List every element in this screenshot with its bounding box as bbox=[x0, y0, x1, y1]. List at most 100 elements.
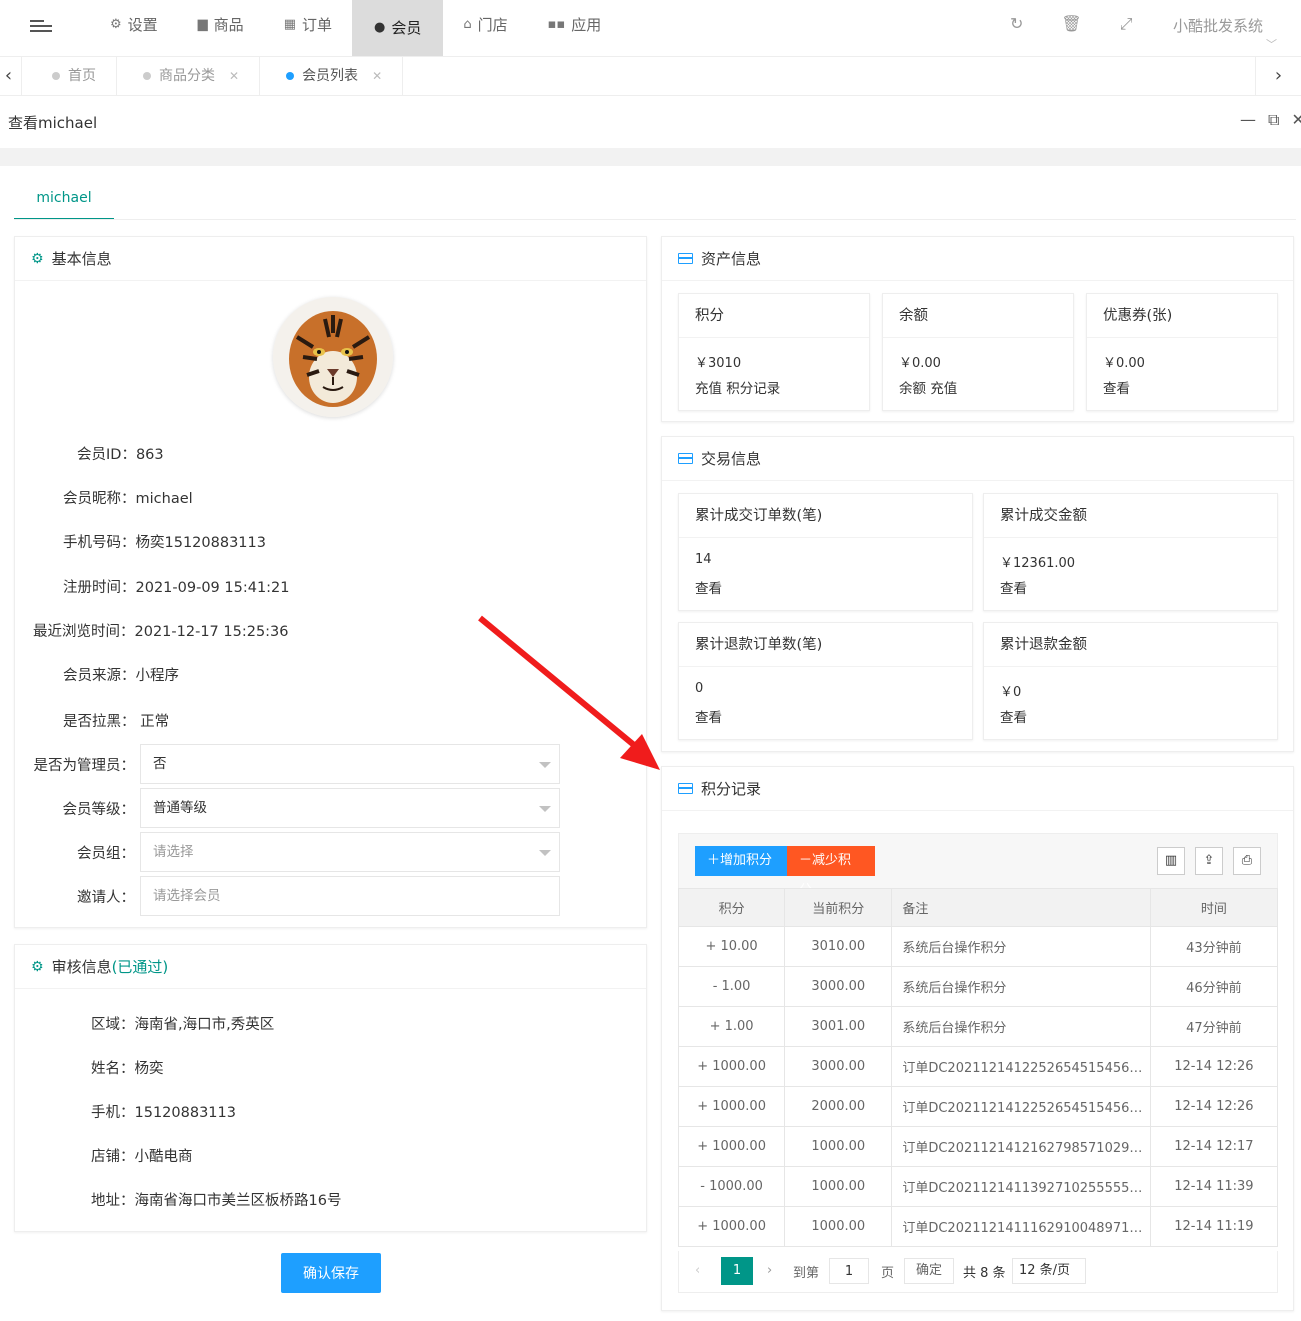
table-cell-time: 12-14 12:17 bbox=[1149, 1126, 1279, 1167]
tab-bar: ‹ 首页 商品分类 ✕ 会员列表 ✕ › bbox=[0, 56, 1301, 96]
top-bar: ⚙ 设置 ▆ 商品 ▦ 订单 ● 会员 ⌂ 门店 ▪▪ 应用 ↻ 🗑 ⤢ 小酷批发系统 ﹀ bbox=[0, 0, 1301, 56]
table-cell-change: + 10.00 bbox=[677, 926, 786, 967]
table-cell-note: 订单DC2021121412162798571029获得... bbox=[891, 1126, 1151, 1167]
table-cell-current: 3000.00 bbox=[784, 966, 893, 1007]
table-cell-note: 系统后台操作积分 bbox=[891, 966, 1151, 1007]
columns-filter-icon[interactable]: ▥ bbox=[1157, 847, 1185, 875]
goto-page-input[interactable] bbox=[829, 1258, 869, 1284]
minimize-icon[interactable]: — bbox=[1240, 110, 1256, 130]
header-tools: ↻ 🗑 ⤢ bbox=[1010, 14, 1133, 34]
next-page-icon[interactable]: › bbox=[767, 1263, 772, 1278]
table-cell-change: - 1.00 bbox=[677, 966, 786, 1007]
nav-item-orders[interactable]: ▦ 订单 bbox=[264, 0, 352, 50]
table-cell-change: + 1000.00 bbox=[677, 1126, 786, 1167]
table-cell-current: 2000.00 bbox=[784, 1086, 893, 1127]
reduce-points-button[interactable]: －减少积分 bbox=[787, 846, 875, 898]
tab-home[interactable]: 首页 bbox=[26, 57, 117, 95]
close-icon[interactable]: ✕ bbox=[372, 57, 382, 95]
tab-member-detail[interactable]: michael bbox=[14, 184, 114, 220]
asset-balance-box: 余额 ￥0.00 余额 充值 bbox=[882, 293, 1074, 411]
view-link[interactable]: 查看 bbox=[695, 706, 722, 726]
column-header[interactable]: 备注 bbox=[891, 888, 1151, 927]
trade-orders-box: 累计成交订单数(笔) 14 查看 bbox=[678, 493, 973, 611]
goto-label: 到第 bbox=[793, 1266, 820, 1281]
trade-info-card: 交易信息 累计成交订单数(笔) 14 查看 累计成交金额 ￥12361.00 查… bbox=[661, 436, 1294, 752]
table-cell-current: 1000.00 bbox=[784, 1166, 893, 1207]
table-icon: ▦ bbox=[283, 17, 296, 32]
tab-goods-category[interactable]: 商品分类 ✕ bbox=[117, 57, 261, 95]
table-cell-note: 系统后台操作积分 bbox=[891, 1006, 1151, 1047]
save-button[interactable]: 确认保存 bbox=[281, 1253, 381, 1293]
current-page[interactable]: 1 bbox=[721, 1257, 753, 1285]
tab-dot-icon bbox=[286, 72, 295, 80]
table-cell-time: 46分钟前 bbox=[1149, 966, 1279, 1007]
nav-item-goods[interactable]: ▆ 商品 bbox=[178, 0, 264, 50]
view-link[interactable]: 查看 bbox=[695, 577, 722, 597]
credit-card-icon bbox=[678, 253, 693, 264]
gears-icon: ⚙ bbox=[31, 250, 44, 267]
caret-down-icon bbox=[539, 850, 551, 856]
inviter-input[interactable]: 请选择会员 bbox=[140, 876, 560, 916]
refund-orders-box: 累计退款订单数(笔) 0 查看 bbox=[678, 622, 973, 740]
table-cell-note: 订单DC2021121411162910048971获得... bbox=[891, 1206, 1151, 1247]
chevron-down-icon[interactable]: ﹀ bbox=[1266, 36, 1277, 52]
view-link[interactable]: 查看 bbox=[1000, 577, 1027, 597]
table-cell-current: 1000.00 bbox=[784, 1126, 893, 1167]
pagination: ‹ 1 › 到第 页 确定 共 8 条 12 条/页 bbox=[678, 1251, 1278, 1293]
close-icon[interactable]: ✕ bbox=[229, 57, 239, 95]
credit-card-icon bbox=[678, 783, 693, 794]
print-icon[interactable]: ⎙ bbox=[1233, 847, 1261, 875]
table-cell-time: 12-14 11:19 bbox=[1149, 1206, 1279, 1247]
column-header[interactable]: 当前积分 bbox=[784, 888, 893, 927]
tiger-avatar-image bbox=[273, 297, 393, 417]
tab-dot-icon bbox=[143, 72, 151, 80]
tab-scroll-left-icon[interactable]: ‹ bbox=[0, 57, 22, 95]
asset-points-box: 积分 ￥3010 充值 积分记录 bbox=[678, 293, 870, 411]
total-count: 共 8 条 bbox=[963, 1266, 1006, 1281]
table-cell-change: + 1000.00 bbox=[677, 1046, 786, 1087]
gears-icon: ⚙ bbox=[110, 17, 122, 32]
table-cell-note: 订单DC2021121412252654515456获得... bbox=[891, 1086, 1151, 1127]
coupon-view-link[interactable]: 查看 bbox=[1103, 377, 1130, 397]
close-icon[interactable]: ✕ bbox=[1291, 110, 1301, 130]
export-icon[interactable]: ⇪ bbox=[1195, 847, 1223, 875]
table-cell-note: 系统后台操作积分 bbox=[891, 926, 1151, 967]
level-select[interactable]: 普通等级 bbox=[140, 788, 560, 828]
table-cell-change: + 1.00 bbox=[677, 1006, 786, 1047]
refund-amount-box: 累计退款金额 ￥0 查看 bbox=[983, 622, 1278, 740]
avatar bbox=[273, 297, 393, 417]
divider bbox=[14, 219, 1296, 220]
view-link[interactable]: 查看 bbox=[1000, 706, 1027, 726]
audit-status-badge: (已通过) bbox=[111, 957, 169, 976]
tab-member-list[interactable]: 会员列表 ✕ bbox=[260, 57, 404, 95]
page-size-select[interactable]: 12 条/页 bbox=[1012, 1258, 1086, 1284]
page-title: 查看michael bbox=[8, 114, 98, 132]
maximize-icon[interactable]: ⧉ bbox=[1268, 110, 1279, 130]
member-phone-row: 手机号码：杨奕15120883113 bbox=[63, 535, 266, 551]
balance-links[interactable]: 余额 充值 bbox=[899, 377, 957, 397]
points-record-card: 积分记录 ＋增加积分 －减少积分 ▥ ⇪ ⎙ 积分 当前积分 备注 时间 + 1… bbox=[661, 766, 1294, 1311]
nav-item-settings[interactable]: ⚙ 设置 bbox=[90, 0, 178, 50]
fullscreen-icon[interactable]: ⤢ bbox=[1120, 14, 1133, 34]
tab-scroll-right-icon[interactable]: › bbox=[1255, 57, 1301, 95]
admin-label: 是否为管理员： bbox=[33, 758, 136, 774]
menu-toggle-icon[interactable] bbox=[30, 16, 52, 38]
goto-confirm-button[interactable]: 确定 bbox=[904, 1258, 954, 1284]
add-points-button[interactable]: ＋增加积分 bbox=[695, 846, 787, 876]
nav-item-stores[interactable]: ⌂ 门店 bbox=[443, 0, 527, 50]
table-cell-current: 1000.00 bbox=[784, 1206, 893, 1247]
prev-page-icon[interactable]: ‹ bbox=[695, 1263, 700, 1278]
divider bbox=[0, 148, 1301, 166]
points-links[interactable]: 充值 积分记录 bbox=[695, 377, 780, 397]
nav-item-members[interactable]: ● 会员 bbox=[352, 0, 444, 56]
group-select[interactable]: 请选择 bbox=[140, 832, 560, 872]
points-table: 积分 当前积分 备注 时间 + 10.00 3010.00 系统后台操作积分 43分钟… bbox=[677, 888, 1279, 1247]
column-header[interactable]: 积分 bbox=[677, 888, 786, 927]
trash-icon[interactable]: 🗑 bbox=[1061, 14, 1081, 34]
nav-item-apps[interactable]: ▪▪ 应用 bbox=[528, 0, 622, 50]
system-name[interactable]: 小酷批发系统 bbox=[1173, 15, 1263, 36]
table-cell-current: 3010.00 bbox=[784, 926, 893, 967]
column-header[interactable]: 时间 bbox=[1149, 888, 1279, 927]
refresh-icon[interactable]: ↻ bbox=[1010, 14, 1023, 34]
audit-region-row: 区域：海南省,海口市,秀英区 bbox=[91, 1017, 275, 1033]
